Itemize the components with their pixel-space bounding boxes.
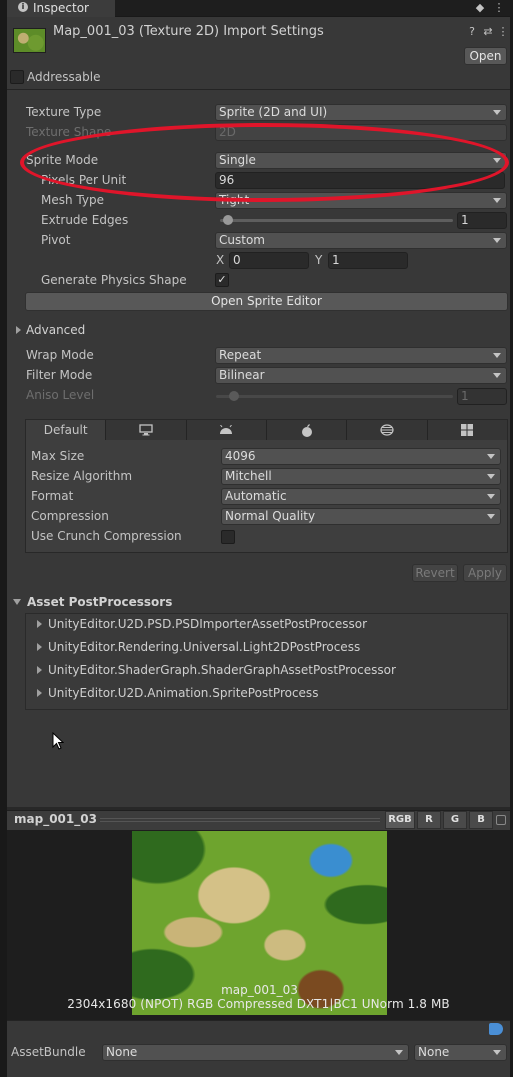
tab-windows[interactable]	[427, 420, 507, 440]
tab-default[interactable]: Default	[26, 420, 107, 440]
open-button[interactable]: Open	[464, 47, 507, 65]
label-tag-icon[interactable]	[489, 1023, 503, 1035]
mesh-type-label: Mesh Type	[41, 193, 104, 207]
resize-algorithm-label: Resize Algorithm	[31, 469, 133, 483]
extrude-edges-field[interactable]: 1	[457, 212, 507, 229]
aniso-level-slider-handle	[229, 391, 239, 401]
compression-label: Compression	[31, 509, 109, 523]
texture-type-dropdown[interactable]: Sprite (2D and UI)	[215, 104, 507, 121]
advanced-foldout[interactable]: Advanced	[26, 323, 85, 337]
channel-rgb-button[interactable]: RGB	[385, 811, 415, 829]
aniso-level-slider	[216, 395, 453, 398]
alpha-toggle-icon[interactable]	[496, 815, 506, 825]
drag-handle[interactable]	[100, 818, 380, 822]
tab-webgl[interactable]	[347, 420, 428, 440]
list-item[interactable]: UnityEditor.U2D.Animation.SpritePostProc…	[48, 686, 318, 700]
preview-title: map_001_03	[14, 812, 97, 826]
channel-g-button[interactable]: G	[443, 811, 467, 829]
android-icon	[220, 425, 233, 434]
apple-icon	[301, 423, 312, 437]
chevron-right-icon[interactable]	[37, 643, 42, 651]
aniso-level-field: 1	[457, 388, 507, 405]
apply-button[interactable]: Apply	[463, 564, 507, 582]
postprocessors-foldout-icon[interactable]	[13, 599, 21, 605]
list-item[interactable]: UnityEditor.Rendering.Universal.Light2DP…	[48, 640, 360, 654]
texture-thumbnail	[13, 28, 46, 53]
advanced-foldout-icon[interactable]	[16, 326, 21, 334]
desktop-icon	[139, 424, 153, 436]
lock-icon[interactable]: ◆	[474, 2, 486, 14]
left-edge	[0, 0, 7, 1077]
info-icon: i	[18, 2, 28, 12]
addressable-checkbox[interactable]	[10, 70, 24, 84]
format-label: Format	[31, 489, 74, 503]
chevron-right-icon[interactable]	[37, 666, 42, 674]
chevron-right-icon[interactable]	[37, 689, 42, 697]
extrude-edges-label: Extrude Edges	[41, 213, 129, 227]
compression-dropdown[interactable]: Normal Quality	[221, 508, 501, 525]
highlight-annotation	[20, 123, 509, 202]
import-settings-title: Map_001_03 (Texture 2D) Import Settings	[53, 24, 324, 39]
extrude-edges-slider[interactable]	[220, 219, 453, 222]
preview-image-label: map_001_03	[221, 983, 298, 997]
open-sprite-editor-button[interactable]: Open Sprite Editor	[25, 292, 508, 311]
pivot-label: Pivot	[41, 233, 71, 247]
generate-physics-label: Generate Physics Shape	[41, 273, 187, 287]
help-icon[interactable]: ?	[466, 26, 478, 38]
max-size-label: Max Size	[31, 449, 85, 463]
platform-tabs: Default	[26, 420, 507, 440]
windows-icon	[461, 424, 474, 436]
pivot-dropdown[interactable]: Custom	[215, 232, 507, 249]
pivot-y-field[interactable]: 1	[328, 252, 408, 269]
texture-type-label: Texture Type	[26, 105, 102, 119]
wrap-mode-dropdown[interactable]: Repeat	[215, 347, 507, 364]
webgl-icon	[380, 424, 394, 436]
crunch-compression-checkbox[interactable]	[221, 530, 235, 544]
pivot-y-label: Y	[315, 253, 323, 267]
channel-r-button[interactable]: R	[417, 811, 441, 829]
max-size-dropdown[interactable]: 4096	[221, 448, 501, 465]
tab-standalone[interactable]	[106, 420, 187, 440]
addressable-label: Addressable	[27, 70, 101, 84]
chevron-right-icon[interactable]	[37, 620, 42, 628]
preset-icon[interactable]: ⇄	[482, 26, 494, 38]
filter-mode-label: Filter Mode	[26, 368, 93, 382]
assetbundle-label: AssetBundle	[11, 1045, 86, 1059]
mouse-cursor-icon	[52, 732, 64, 750]
list-item[interactable]: UnityEditor.U2D.PSD.PSDImporterAssetPost…	[48, 617, 367, 631]
aniso-level-label: Aniso Level	[26, 388, 95, 402]
format-dropdown[interactable]: Automatic	[221, 488, 501, 505]
list-item[interactable]: UnityEditor.ShaderGraph.ShaderGraphAsset…	[48, 663, 396, 677]
tab-inspector-label: Inspector	[33, 1, 89, 15]
revert-button[interactable]: Revert	[412, 564, 458, 582]
crunch-compression-label: Use Crunch Compression	[31, 529, 182, 543]
context-menu-icon[interactable]: ⋮	[497, 26, 509, 38]
tab-android[interactable]	[186, 420, 267, 440]
postprocessors-header[interactable]: Asset PostProcessors	[27, 595, 172, 609]
texture-info: 2304x1680 (NPOT) RGB Compressed DXT1|BC1…	[67, 997, 450, 1011]
assetbundle-variant-dropdown[interactable]: None	[414, 1044, 507, 1061]
divider	[7, 89, 510, 90]
pivot-x-field[interactable]: 0	[229, 252, 309, 269]
channel-b-button[interactable]: B	[469, 811, 493, 829]
extrude-edges-slider-handle[interactable]	[223, 215, 233, 225]
wrap-mode-label: Wrap Mode	[26, 348, 94, 362]
more-options-icon[interactable]: ⋮	[493, 2, 505, 14]
pivot-x-label: X	[216, 253, 225, 267]
tab-ios[interactable]	[266, 420, 348, 440]
filter-mode-dropdown[interactable]: Bilinear	[215, 367, 507, 384]
resize-algorithm-dropdown[interactable]: Mitchell	[221, 468, 501, 485]
assetbundle-dropdown[interactable]: None	[102, 1044, 409, 1061]
generate-physics-checkbox[interactable]: ✓	[215, 273, 229, 287]
